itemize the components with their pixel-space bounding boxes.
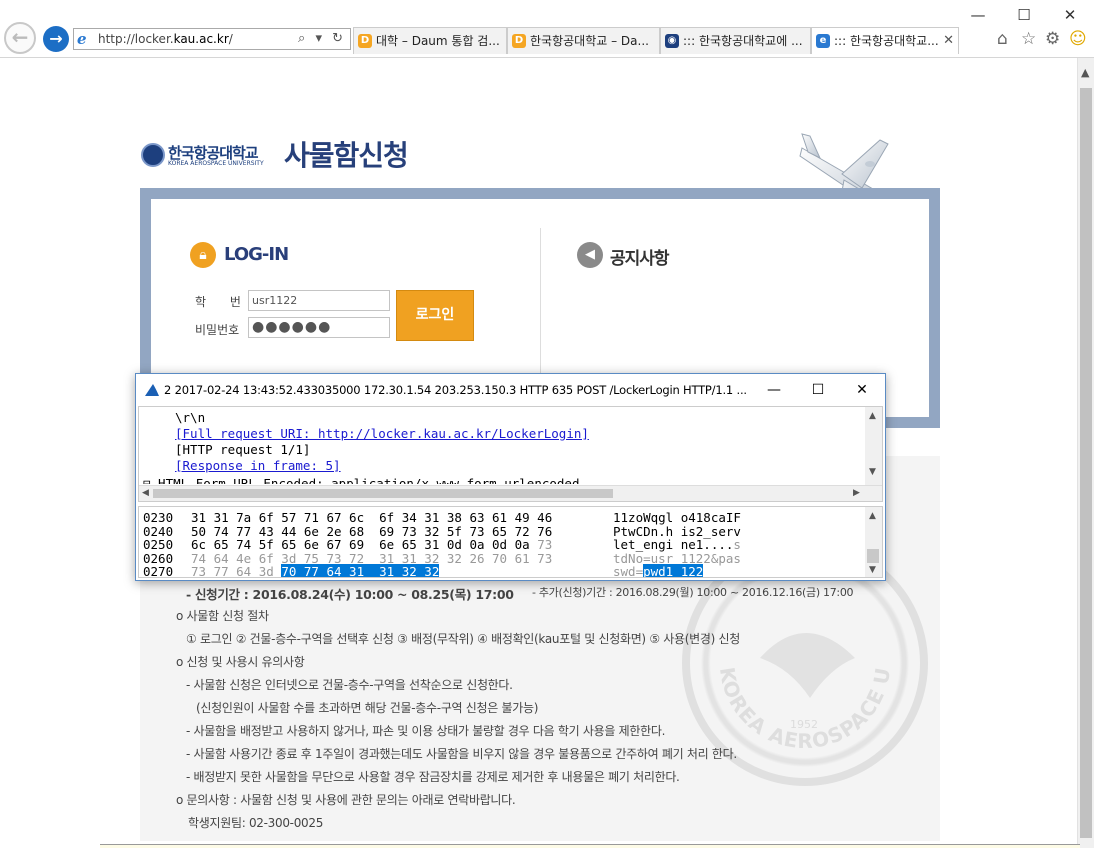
home-icon[interactable]: ⌂: [997, 30, 1008, 48]
wireshark-title: 2 2017-02-24 13:43:52.433035000 172.30.1…: [164, 383, 747, 397]
address-bar[interactable]: e http://locker.kau.ac.kr/ ⌕ ▾ ↻: [73, 28, 351, 50]
bytes-scrollbar[interactable]: ▲ ▼: [865, 507, 882, 577]
feedback-smiley-icon[interactable]: ☺: [1069, 30, 1087, 48]
ws-close-button[interactable]: ✕: [840, 378, 884, 402]
scroll-right-icon[interactable]: ▶: [853, 488, 860, 498]
tree-hscroll-thumb[interactable]: [153, 489, 613, 498]
tree-item[interactable]: \r\n: [175, 410, 205, 426]
ie-icon: e: [816, 34, 830, 48]
caution-line-5: - 배정받지 못한 사물함을 무단으로 사용할 경우 잠금장치를 강제로 제거한…: [186, 770, 680, 784]
ie-icon: e: [77, 30, 87, 48]
scroll-down-icon[interactable]: ▼: [869, 467, 876, 477]
selected-ascii[interactable]: pwd1 122: [643, 564, 704, 577]
daum-icon: D: [512, 34, 526, 48]
search-refresh-icons[interactable]: ⌕ ▾ ↻: [298, 30, 346, 48]
speaker-icon: ◀︎: [577, 242, 603, 268]
scroll-down-icon[interactable]: ▼: [869, 565, 876, 575]
kau-emblem-icon: [141, 143, 165, 167]
packet-bytes-pane[interactable]: 0230 31 31 7a 6f 57 71 67 6c 6f 34 31 38 …: [138, 506, 883, 578]
ws-minimize-button[interactable]: —: [752, 378, 796, 402]
contact-phone: 학생지원팀: 02-300-0025: [188, 816, 324, 830]
caution-line-1: - 사물함 신청은 인터넷으로 건물-층수-구역을 선착순으로 신청한다.: [186, 678, 513, 692]
page-scrollbar[interactable]: ▲: [1077, 58, 1094, 848]
kau-emblem-icon: ◉: [665, 34, 679, 48]
packet-details-tree[interactable]: \r\n [Full request URI: http://locker.kau…: [138, 406, 883, 502]
tree-hscrollbar[interactable]: ◀ ▶: [139, 485, 882, 501]
hex-ascii[interactable]: swd=pwd1 122: [613, 564, 704, 577]
caution-line-2: (신청인원이 사물함 수를 초과하면 해당 건물-층수-구역 신청은 불가능): [196, 701, 539, 715]
page-scrollbar-thumb[interactable]: [1080, 88, 1092, 838]
browser-tab[interactable]: ◉::: 한국항공대학교에 ...: [660, 27, 811, 54]
scroll-up-icon[interactable]: ▲: [869, 511, 876, 521]
favorites-icon[interactable]: ☆: [1021, 30, 1036, 48]
browser-tab[interactable]: e::: 한국항공대학교... ✕: [811, 27, 959, 54]
apply-period: - 신청기간 : 2016.08.24(수) 10:00 ~ 08.25(목) …: [186, 587, 514, 602]
tab-title: ::: 한국항공대학교에 ...: [683, 34, 803, 48]
student-id-label: 학 번: [195, 295, 251, 309]
caution-heading: o 신청 및 사용시 유의사항: [176, 655, 305, 669]
login-button[interactable]: 로그인: [396, 290, 474, 341]
caution-line-3: - 사물함을 배정받고 사용하지 않거나, 파손 및 이용 상태가 불량할 경우…: [186, 724, 666, 738]
extra-apply-period: - 추가(신청)기간 : 2016.08.29(월) 10:00 ~ 2016.…: [532, 586, 854, 599]
hex-offset: 0270: [143, 564, 174, 578]
scroll-left-icon[interactable]: ◀: [142, 488, 149, 498]
tree-link[interactable]: [Response in frame: 5]: [175, 458, 341, 474]
wireshark-packet-window[interactable]: 2 2017-02-24 13:43:52.433035000 172.30.1…: [135, 373, 886, 581]
settings-icon[interactable]: ⚙: [1045, 30, 1060, 48]
byte-group[interactable]: 73 77 64 3d: [191, 564, 281, 577]
tab-title: 한국항공대학교 – Da...: [530, 34, 649, 48]
selected-bytes[interactable]: 70 77 64 31 31 32 32: [281, 564, 440, 577]
ascii-group[interactable]: swd=: [613, 564, 643, 577]
password-input[interactable]: ●●●●●●: [248, 317, 390, 338]
ws-maximize-button[interactable]: ☐: [796, 378, 840, 402]
notice-heading: 공지사항: [610, 249, 670, 269]
scroll-up-icon[interactable]: ▲: [1081, 66, 1089, 79]
scroll-up-icon[interactable]: ▲: [869, 411, 876, 421]
arrow-right-icon: →: [49, 29, 63, 48]
back-button[interactable]: ←: [4, 22, 36, 54]
wireshark-titlebar[interactable]: 2 2017-02-24 13:43:52.433035000 172.30.1…: [136, 374, 885, 406]
wireshark-fin-icon: [145, 384, 159, 396]
frame-divider: [540, 228, 541, 378]
page-title: 사물함신청: [284, 139, 409, 172]
browser-chrome: — ☐ ✕ ← → e http://locker.kau.ac.kr/ ⌕ ▾…: [0, 0, 1094, 58]
tab-title: 대학 – Daum 통합 검...: [376, 34, 500, 48]
seal-year: 1952: [790, 718, 818, 731]
maximize-button[interactable]: ☐: [1004, 2, 1044, 28]
tree-item[interactable]: [HTTP request 1/1]: [175, 442, 310, 458]
student-id-input[interactable]: usr1122: [248, 290, 390, 311]
browser-tab[interactable]: D 대학 – Daum 통합 검...: [353, 27, 507, 54]
procedure-heading: o 사물함 신청 절차: [176, 609, 269, 623]
tree-scrollbar[interactable]: ▲ ▼: [865, 407, 882, 487]
close-tab-icon[interactable]: ✕: [943, 28, 954, 54]
lock-icon: 🔒︎: [190, 242, 216, 268]
tab-title: ::: 한국항공대학교...: [834, 34, 939, 48]
browser-tab[interactable]: D 한국항공대학교 – Da...: [507, 27, 660, 54]
hex-bytes[interactable]: 73 77 64 3d 70 77 64 31 31 32 32: [191, 564, 440, 577]
tree-item-form-encoded[interactable]: ⊟ HTML Form URL Encoded: application/x-w…: [143, 476, 580, 484]
procedure-steps: ① 로그인 ② 건물-층수-구역을 선택후 신청 ③ 배정(무작위) ④ 배정확…: [186, 632, 741, 646]
minimize-button[interactable]: —: [958, 2, 998, 28]
bytes-scroll-thumb[interactable]: [867, 549, 879, 563]
logo-english: KOREA AEROSPACE UNIVERSITY: [168, 160, 264, 167]
login-heading: LOG-IN: [224, 244, 289, 265]
caution-line-4: - 사물함 사용기간 종료 후 1주일이 경과했는데도 사물함을 비우지 않을 …: [186, 747, 737, 761]
close-window-button[interactable]: ✕: [1050, 2, 1090, 28]
password-label: 비밀번호: [195, 323, 240, 337]
forward-button[interactable]: →: [43, 26, 69, 52]
footer-bar: [100, 844, 1080, 848]
address-url[interactable]: http://locker.kau.ac.kr/: [98, 31, 233, 47]
daum-icon: D: [358, 34, 372, 48]
arrow-left-icon: ←: [11, 25, 29, 49]
contact-heading: o 문의사항 : 사물함 신청 및 사용에 관한 문의는 아래로 연락바랍니다.: [176, 793, 516, 807]
tree-link[interactable]: [Full request URI: http://locker.kau.ac.…: [175, 426, 589, 442]
